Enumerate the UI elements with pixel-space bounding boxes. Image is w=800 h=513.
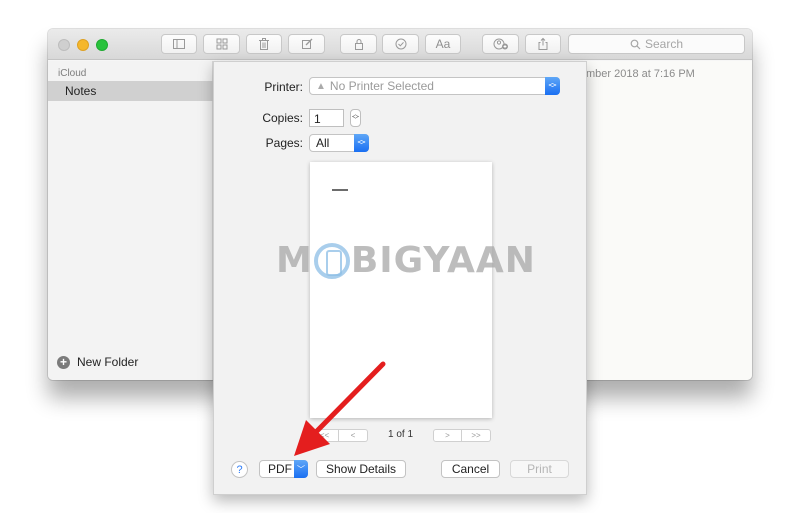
show-details-button[interactable]: Show Details (316, 460, 406, 478)
next-page-button[interactable]: > (433, 429, 462, 442)
sidebar-icon (173, 39, 185, 49)
checklist-button[interactable] (382, 34, 419, 54)
pages-label: Pages: (265, 136, 303, 150)
updown-chevron-icon: ︿ ﹀ (545, 77, 560, 95)
copies-field[interactable]: 1 (309, 109, 344, 127)
sidebar: iCloud Notes + New Folder (48, 61, 213, 380)
printer-select[interactable]: ▲ No Printer Selected ︿ ﹀ (309, 77, 560, 95)
help-button[interactable]: ? (231, 461, 248, 478)
lock-icon (354, 39, 363, 50)
note-date: mber 2018 at 7:16 PM (586, 68, 695, 80)
watermark-text-end: BIGYAAN (350, 240, 536, 281)
toolbar: Aa Search (48, 29, 752, 60)
pdf-menu-button[interactable]: PDF ﹀ (259, 460, 308, 478)
printer-label: Printer: (264, 80, 303, 94)
preview-text-line (332, 189, 348, 191)
pager-back: << < (310, 429, 368, 442)
new-note-button[interactable] (288, 34, 325, 54)
add-people-icon (493, 38, 508, 50)
print-button[interactable]: Print (510, 460, 569, 478)
watermark-text-start: M (276, 240, 313, 281)
delete-button[interactable] (246, 34, 282, 54)
chevron-down-icon: ﹀ (294, 460, 308, 478)
sidebar-item-notes[interactable]: Notes (48, 81, 213, 101)
cancel-button[interactable]: Cancel (441, 460, 500, 478)
pdf-label: PDF (268, 462, 292, 476)
search-input[interactable]: Search (568, 34, 745, 54)
note-editor[interactable] (586, 61, 752, 380)
previous-page-button[interactable]: < (339, 429, 368, 442)
phone-icon (313, 242, 350, 279)
checkmark-circle-icon (395, 38, 406, 50)
text-format-icon: Aa (435, 37, 451, 51)
page-counter: 1 of 1 (388, 429, 414, 440)
printer-value: No Printer Selected (329, 79, 434, 93)
add-people-button[interactable] (482, 34, 519, 54)
grid-icon (216, 38, 227, 50)
search-icon (630, 39, 641, 49)
lock-button[interactable] (340, 34, 377, 54)
pager-forward: > >> (433, 429, 491, 442)
share-button[interactable] (525, 34, 561, 54)
share-icon (538, 37, 548, 50)
sidebar-group-icloud: iCloud (58, 68, 87, 79)
watermark-logo: M BIGYAAN (276, 240, 536, 281)
close-window-button[interactable] (58, 39, 70, 51)
copies-label: Copies: (262, 111, 303, 125)
zoom-window-button[interactable] (96, 39, 108, 51)
warning-icon: ▲ (316, 80, 326, 92)
pages-select[interactable]: All ︿ ﹀ (309, 134, 369, 152)
search-placeholder: Search (644, 37, 684, 51)
compose-icon (301, 38, 312, 49)
updown-chevron-icon: ︿ ﹀ (354, 134, 369, 152)
page-preview (310, 162, 492, 418)
plus-icon: + (57, 355, 70, 369)
copies-stepper[interactable]: ︿ ﹀ (350, 109, 361, 127)
format-button[interactable]: Aa (425, 34, 461, 54)
minimize-window-button[interactable] (77, 39, 89, 51)
last-page-button[interactable]: >> (462, 429, 491, 442)
sidebar-toggle-button[interactable] (161, 34, 197, 54)
first-page-button[interactable]: << (310, 429, 339, 442)
new-folder-label: New Folder (77, 355, 139, 369)
attachments-browser-button[interactable] (203, 34, 240, 54)
new-folder-button[interactable]: + New Folder (57, 355, 138, 369)
trash-icon (259, 38, 269, 50)
pages-value: All (316, 136, 330, 150)
